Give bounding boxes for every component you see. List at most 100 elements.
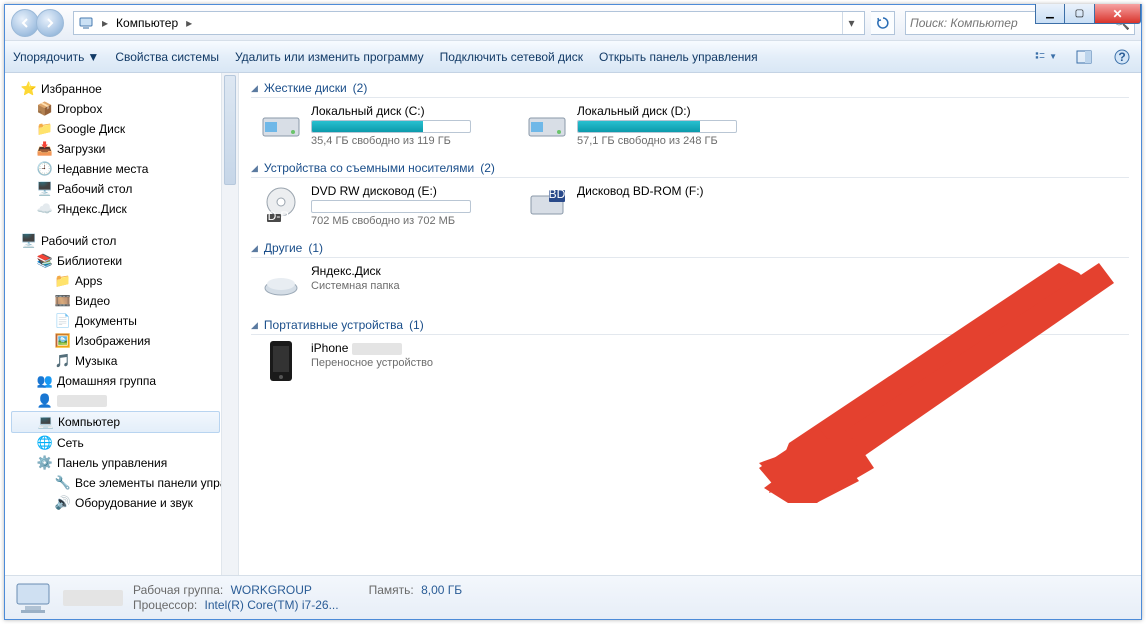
pictures-icon: 🖼️: [55, 333, 71, 349]
organize-menu[interactable]: Упорядочить ▼: [13, 50, 99, 64]
scrollbar-thumb[interactable]: [224, 75, 236, 185]
usage-bar: [311, 200, 471, 213]
sidebar-item-network[interactable]: 🌐Сеть: [9, 433, 238, 453]
sidebar-item-label: Документы: [75, 314, 137, 328]
music-icon: 🎵: [55, 353, 71, 369]
sidebar-item-desktop-fav[interactable]: 🖥️Рабочий стол: [9, 179, 238, 199]
group-title: Другие: [264, 241, 302, 255]
network-icon: 🌐: [37, 435, 53, 451]
sidebar-item-label: Изображения: [75, 334, 150, 348]
system-properties-button[interactable]: Свойства системы: [115, 50, 219, 64]
collapse-icon: ◢: [251, 320, 258, 331]
preview-pane-button[interactable]: [1073, 50, 1095, 64]
sidebar-item-downloads[interactable]: 📥Загрузки: [9, 139, 238, 159]
sidebar-item-documents[interactable]: 📄 Документы: [9, 311, 238, 331]
libraries-label: Библиотеки: [57, 254, 122, 268]
map-network-drive-button[interactable]: Подключить сетевой диск: [440, 50, 583, 64]
drive-name: Локальный диск (D:): [577, 104, 775, 118]
desktop-icon: 🖥️: [37, 181, 53, 197]
control-panel-icon: 🔧: [55, 475, 71, 491]
folder-icon: 📁: [55, 273, 71, 289]
item-yandex-disk[interactable]: Яндекс.Диск Системная папка: [259, 264, 509, 304]
preview-pane-icon: [1076, 50, 1092, 64]
group-header[interactable]: ◢Другие (1): [251, 241, 1129, 258]
svg-text:?: ?: [1118, 50, 1125, 64]
memory-label: Память:: [369, 583, 418, 597]
computer-icon: 💻: [38, 414, 54, 430]
item-subtext: Системная папка: [311, 280, 509, 292]
sidebar-item-apps[interactable]: 📁 Apps: [9, 271, 238, 291]
sidebar-item-label: Загрузки: [57, 142, 105, 156]
desktop-label: Рабочий стол: [41, 234, 116, 248]
sidebar-item-label: Панель управления: [57, 456, 167, 470]
cpu-label: Процессор:: [133, 598, 201, 612]
refresh-button[interactable]: [871, 11, 895, 35]
view-options-button[interactable]: ▼: [1035, 49, 1057, 65]
desktop-node[interactable]: 🖥️Рабочий стол: [9, 231, 238, 251]
sidebar-scrollbar[interactable]: [221, 73, 238, 575]
sidebar-item-pictures[interactable]: 🖼️ Изображения: [9, 331, 238, 351]
group-hard-disks: ◢Жесткие диски (2) Локальный диск (C:) 3…: [251, 81, 1129, 147]
drive-name: DVD RW дисковод (E:): [311, 184, 509, 198]
command-bar: Упорядочить ▼ Свойства системы Удалить и…: [5, 41, 1141, 73]
favorites-node[interactable]: ⭐Избранное: [9, 79, 238, 99]
drive-name: Локальный диск (C:): [311, 104, 509, 118]
sidebar-item-recent[interactable]: 🕘 Недавние места: [9, 159, 238, 179]
sidebar-item-homegroup[interactable]: 👥Домашняя группа: [9, 371, 238, 391]
close-button[interactable]: ✕: [1095, 4, 1141, 24]
drive-c[interactable]: Локальный диск (C:) 35,4 ГБ свободно из …: [259, 104, 509, 147]
item-name: iPhone: [311, 341, 509, 355]
drive-e-dvd[interactable]: CD-R DVD RW дисковод (E:) 702 МБ свободн…: [259, 184, 509, 227]
uninstall-program-button[interactable]: Удалить или изменить программу: [235, 50, 424, 64]
drive-d[interactable]: Локальный диск (D:) 57,1 ГБ свободно из …: [525, 104, 775, 147]
sidebar-item-user[interactable]: 👤: [9, 391, 238, 411]
open-control-panel-button[interactable]: Открыть панель управления: [599, 50, 758, 64]
sidebar-item-control-panel[interactable]: ⚙️Панель управления: [9, 453, 238, 473]
sidebar-item-dropbox[interactable]: 📦Dropbox: [9, 99, 238, 119]
breadcrumb-arrow-icon[interactable]: ▸: [100, 16, 110, 30]
help-icon: ?: [1114, 49, 1130, 65]
content-pane: ◢Жесткие диски (2) Локальный диск (C:) 3…: [239, 73, 1141, 575]
libraries-node[interactable]: 📚Библиотеки: [9, 251, 238, 271]
sidebar-item-hardware-sound[interactable]: 🔊Оборудование и звук: [9, 493, 238, 513]
recent-icon: 🕘: [37, 161, 53, 177]
group-count: (2): [480, 161, 495, 175]
workgroup-value: WORKGROUP: [231, 583, 312, 597]
forward-button[interactable]: [36, 9, 64, 37]
item-iphone[interactable]: iPhone Переносное устройство: [259, 341, 509, 381]
arrow-right-icon: [44, 17, 56, 29]
minimize-button[interactable]: ▁: [1035, 4, 1065, 24]
address-history-dropdown[interactable]: ▾: [842, 12, 860, 34]
nav-tree: ⭐Избранное 📦Dropbox 📁Google Диск 📥Загруз…: [5, 73, 238, 519]
group-header[interactable]: ◢Устройства со съемными носителями (2): [251, 161, 1129, 178]
help-button[interactable]: ?: [1111, 49, 1133, 65]
sidebar-item-yandex-disk-fav[interactable]: ☁️Яндекс.Диск: [9, 199, 238, 219]
breadcrumb-segment[interactable]: Компьютер: [116, 16, 178, 30]
sidebar-item-computer[interactable]: 💻Компьютер: [11, 411, 220, 433]
sidebar-item-label: Недавние места: [57, 162, 148, 176]
maximize-button[interactable]: ▢: [1065, 4, 1095, 24]
group-removable: ◢Устройства со съемными носителями (2) C…: [251, 161, 1129, 227]
documents-icon: 📄: [55, 313, 71, 329]
drive-subtext: 35,4 ГБ свободно из 119 ГБ: [311, 135, 509, 147]
sidebar-item-label: Все элементы панели управле: [75, 476, 239, 490]
sidebar-item-music[interactable]: 🎵Музыка: [9, 351, 238, 371]
homegroup-icon: 👥: [37, 373, 53, 389]
navigation-bar: ▸ Компьютер ▸ ▾ 🔍: [5, 5, 1141, 41]
address-bar[interactable]: ▸ Компьютер ▸ ▾: [73, 11, 865, 35]
sidebar-item-label: Dropbox: [57, 102, 102, 116]
computer-large-icon: [13, 580, 53, 616]
drive-f-bdrom[interactable]: BD Дисковод BD-ROM (F:): [525, 184, 775, 227]
sidebar-item-label: Apps: [75, 274, 102, 288]
computer-name-redacted: [63, 590, 123, 606]
breadcrumb-arrow-icon[interactable]: ▸: [184, 16, 194, 30]
sidebar-item-google-disk[interactable]: 📁Google Диск: [9, 119, 238, 139]
drive-name: Дисковод BD-ROM (F:): [577, 184, 775, 198]
group-header[interactable]: ◢Жесткие диски (2): [251, 81, 1129, 98]
group-title: Жесткие диски: [264, 81, 347, 95]
sidebar-item-all-control-panel[interactable]: 🔧 Все элементы панели управле: [9, 473, 238, 493]
details-pane: Рабочая группа: WORKGROUP Память: 8,00 Г…: [5, 575, 1141, 619]
group-header[interactable]: ◢Портативные устройства (1): [251, 318, 1129, 335]
back-button[interactable]: [11, 9, 39, 37]
sidebar-item-videos[interactable]: 🎞️Видео: [9, 291, 238, 311]
